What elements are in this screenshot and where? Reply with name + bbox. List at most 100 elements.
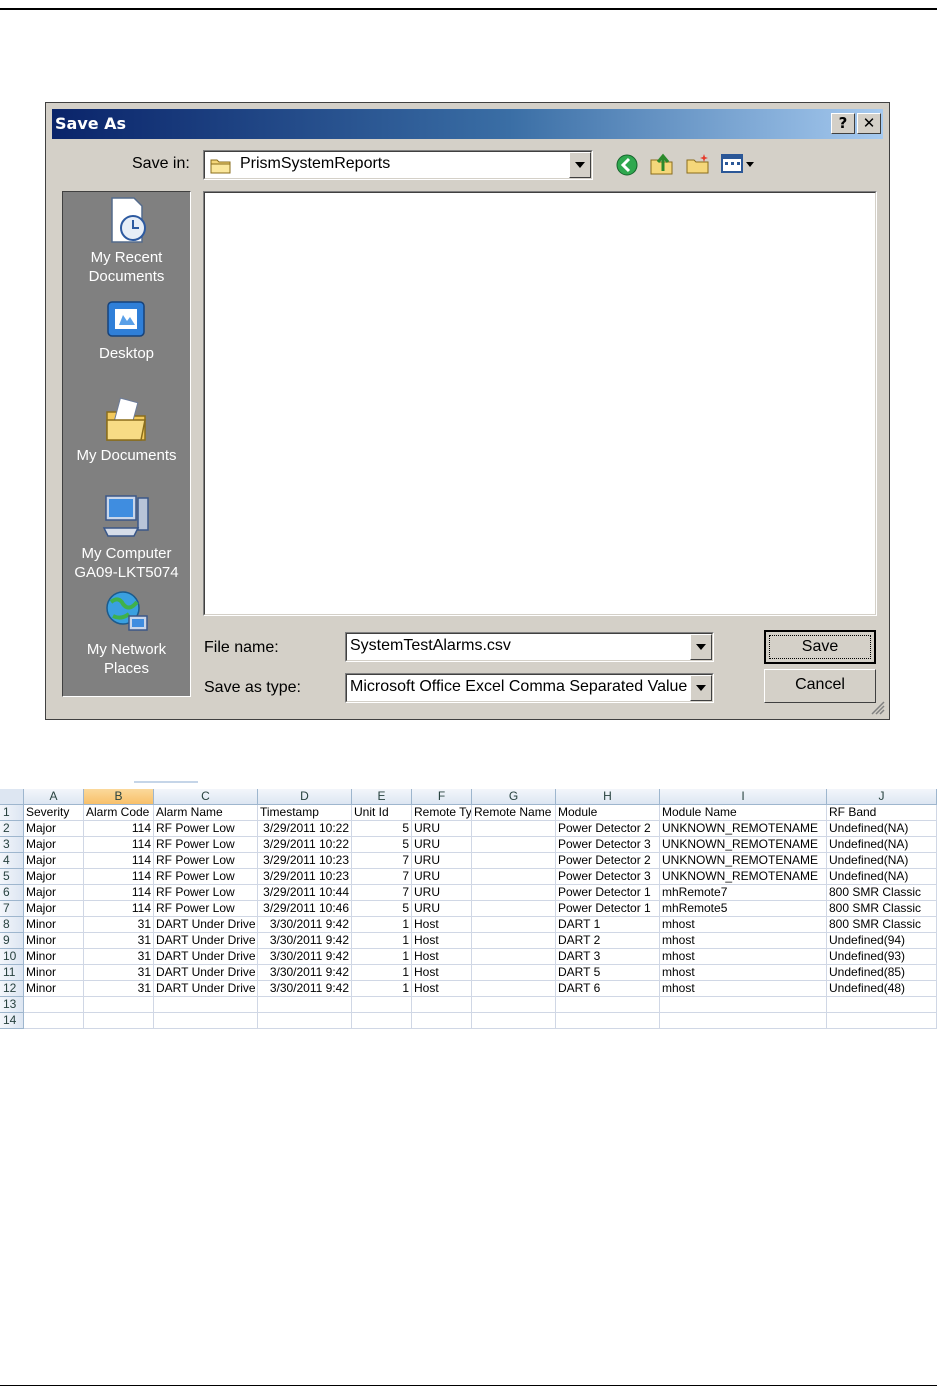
table-cell[interactable]	[24, 1013, 84, 1029]
table-cell[interactable]	[472, 997, 556, 1013]
table-cell[interactable]: DART 5	[556, 965, 660, 981]
table-cell[interactable]	[472, 949, 556, 965]
table-cell[interactable]: 7	[352, 853, 412, 869]
table-cell[interactable]: Minor	[24, 933, 84, 949]
table-cell[interactable]: Undefined(NA)	[827, 853, 937, 869]
table-cell[interactable]	[472, 965, 556, 981]
table-cell[interactable]: DART Under Drive	[154, 981, 258, 997]
table-cell[interactable]: 31	[84, 933, 154, 949]
row-header[interactable]: 2	[0, 821, 24, 837]
table-cell[interactable]: Undefined(48)	[827, 981, 937, 997]
table-cell[interactable]: 1	[352, 965, 412, 981]
file-name-input[interactable]: SystemTestAlarms.csv	[350, 637, 511, 655]
table-cell[interactable]: 3/30/2011 9:42	[258, 981, 352, 997]
file-name-dropdown-button[interactable]	[690, 634, 712, 660]
table-cell[interactable]: Host	[412, 933, 472, 949]
table-cell[interactable]: Power Detector 3	[556, 869, 660, 885]
table-cell[interactable]: 5	[352, 901, 412, 917]
table-cell[interactable]: URU	[412, 837, 472, 853]
table-cell[interactable]: DART Under Drive	[154, 949, 258, 965]
table-cell[interactable]: mhost	[660, 917, 827, 933]
table-cell[interactable]	[154, 1013, 258, 1029]
table-cell[interactable]	[472, 853, 556, 869]
table-cell[interactable]: 800 SMR Classic	[827, 901, 937, 917]
table-cell[interactable]: 5	[352, 821, 412, 837]
row-header[interactable]: 9	[0, 933, 24, 949]
table-cell[interactable]: Alarm Code	[84, 805, 154, 821]
table-cell[interactable]: DART 3	[556, 949, 660, 965]
table-cell[interactable]	[258, 1013, 352, 1029]
table-cell[interactable]: Undefined(NA)	[827, 821, 937, 837]
table-cell[interactable]: 5	[352, 837, 412, 853]
row-header[interactable]: 13	[0, 997, 24, 1013]
table-cell[interactable]: Alarm Name	[154, 805, 258, 821]
row-header[interactable]: 7	[0, 901, 24, 917]
table-cell[interactable]: DART 2	[556, 933, 660, 949]
select-all-corner[interactable]	[0, 789, 24, 805]
table-cell[interactable]: 3/29/2011 10:23	[258, 869, 352, 885]
table-cell[interactable]: mhRemote5	[660, 901, 827, 917]
row-header[interactable]: 11	[0, 965, 24, 981]
table-cell[interactable]: 114	[84, 853, 154, 869]
table-cell[interactable]	[24, 997, 84, 1013]
table-cell[interactable]	[472, 821, 556, 837]
table-cell[interactable]: RF Power Low	[154, 885, 258, 901]
table-cell[interactable]: DART Under Drive	[154, 917, 258, 933]
column-header-f[interactable]: F	[412, 789, 472, 805]
close-button[interactable]: ✕	[857, 113, 881, 134]
table-cell[interactable]	[472, 901, 556, 917]
table-cell[interactable]: Host	[412, 917, 472, 933]
table-cell[interactable]	[556, 997, 660, 1013]
table-cell[interactable]: 3/30/2011 9:42	[258, 933, 352, 949]
table-cell[interactable]: 3/30/2011 9:42	[258, 949, 352, 965]
table-cell[interactable]: URU	[412, 821, 472, 837]
table-cell[interactable]: Major	[24, 901, 84, 917]
table-cell[interactable]: 3/29/2011 10:22	[258, 837, 352, 853]
table-cell[interactable]: 114	[84, 901, 154, 917]
column-header-i[interactable]: I	[660, 789, 827, 805]
table-cell[interactable]: mhost	[660, 933, 827, 949]
table-cell[interactable]: URU	[412, 853, 472, 869]
save-button[interactable]: Save	[764, 630, 876, 664]
table-cell[interactable]: Remote Name	[472, 805, 556, 821]
table-cell[interactable]: 800 SMR Classic	[827, 917, 937, 933]
table-cell[interactable]: mhost	[660, 981, 827, 997]
table-cell[interactable]: Undefined(NA)	[827, 869, 937, 885]
table-cell[interactable]: 7	[352, 869, 412, 885]
row-header[interactable]: 3	[0, 837, 24, 853]
table-cell[interactable]: Undefined(85)	[827, 965, 937, 981]
table-cell[interactable]: Major	[24, 853, 84, 869]
table-cell[interactable]: Power Detector 3	[556, 837, 660, 853]
column-header-d[interactable]: D	[258, 789, 352, 805]
table-cell[interactable]: UNKNOWN_REMOTENAME	[660, 837, 827, 853]
table-cell[interactable]: Minor	[24, 965, 84, 981]
table-cell[interactable]: 3/29/2011 10:22	[258, 821, 352, 837]
table-cell[interactable]: Major	[24, 885, 84, 901]
row-header[interactable]: 14	[0, 1013, 24, 1029]
table-cell[interactable]: Host	[412, 949, 472, 965]
table-cell[interactable]: UNKNOWN_REMOTENAME	[660, 869, 827, 885]
table-cell[interactable]: DART Under Drive	[154, 933, 258, 949]
table-cell[interactable]: 114	[84, 837, 154, 853]
table-cell[interactable]: 114	[84, 821, 154, 837]
table-cell[interactable]: RF Power Low	[154, 853, 258, 869]
table-cell[interactable]: mhRemote7	[660, 885, 827, 901]
table-cell[interactable]: 31	[84, 965, 154, 981]
back-icon[interactable]	[615, 153, 639, 177]
save-in-combo[interactable]: PrismSystemReports	[203, 150, 593, 180]
table-cell[interactable]: 31	[84, 917, 154, 933]
table-cell[interactable]: 31	[84, 981, 154, 997]
table-cell[interactable]: mhost	[660, 949, 827, 965]
save-as-type-dropdown-button[interactable]	[690, 675, 712, 701]
column-header-c[interactable]: C	[154, 789, 258, 805]
resize-grip-icon[interactable]	[871, 701, 885, 715]
help-button[interactable]: ?	[831, 113, 855, 134]
table-cell[interactable]: RF Power Low	[154, 837, 258, 853]
row-header[interactable]: 1	[0, 805, 24, 821]
table-cell[interactable]: 114	[84, 869, 154, 885]
table-cell[interactable]: Minor	[24, 981, 84, 997]
table-cell[interactable]	[412, 997, 472, 1013]
table-cell[interactable]: Host	[412, 981, 472, 997]
table-cell[interactable]	[84, 997, 154, 1013]
table-cell[interactable]: UNKNOWN_REMOTENAME	[660, 821, 827, 837]
